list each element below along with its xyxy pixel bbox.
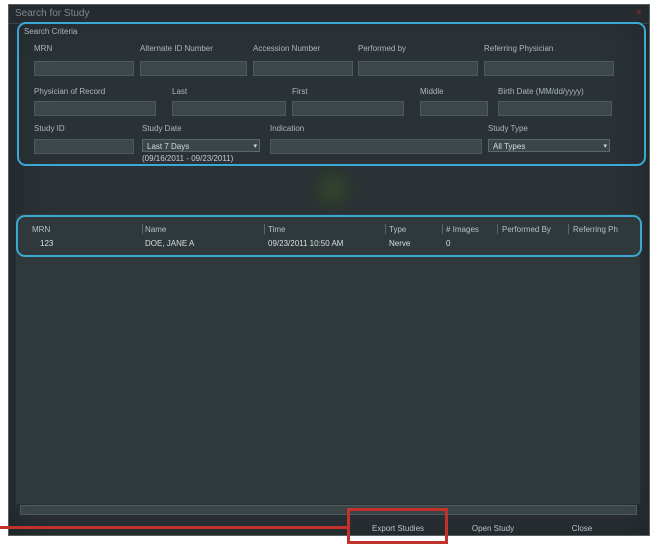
chevron-down-icon: ▾: [603, 143, 607, 150]
study-type-value: All Types: [493, 142, 526, 151]
study-date-dropdown[interactable]: Last 7 Days ▾: [142, 139, 260, 152]
cell-mrn: 123: [40, 239, 54, 248]
middle-name-label: Middle: [420, 87, 444, 96]
cell-images: 0: [446, 239, 451, 248]
column-divider: [142, 224, 143, 234]
first-name-field[interactable]: [292, 101, 404, 116]
cell-type: Nerve: [389, 239, 411, 248]
first-name-label: First: [292, 87, 308, 96]
column-header-time[interactable]: Time: [268, 225, 285, 234]
study-id-label: Study ID: [34, 124, 65, 133]
last-name-field[interactable]: [172, 101, 286, 116]
column-header-type[interactable]: Type: [389, 225, 406, 234]
accession-label: Accession Number: [253, 44, 321, 53]
search-criteria-heading: Search Criteria: [24, 27, 78, 36]
study-id-field[interactable]: [34, 139, 134, 154]
birth-date-label: Birth Date (MM/dd/yyyy): [498, 87, 584, 96]
status-indicator: [310, 166, 356, 212]
study-type-label: Study Type: [488, 124, 528, 133]
results-list: [16, 214, 640, 504]
last-name-label: Last: [172, 87, 188, 96]
physician-record-label: Physician of Record: [34, 87, 106, 96]
study-date-label: Study Date: [142, 124, 182, 133]
indication-field[interactable]: [270, 139, 482, 154]
open-study-button[interactable]: Open Study: [455, 520, 531, 538]
mrn-field[interactable]: [34, 61, 134, 76]
study-type-dropdown[interactable]: All Types ▾: [488, 139, 610, 152]
results-header-highlight: [16, 215, 642, 257]
column-header-images[interactable]: # Images: [446, 225, 479, 234]
physician-record-field[interactable]: [34, 101, 156, 116]
close-button[interactable]: Close: [552, 520, 612, 538]
alt-id-label: Alternate ID Number: [140, 44, 213, 53]
study-date-value: Last 7 Days: [147, 142, 190, 151]
column-header-referring[interactable]: Referring Ph: [573, 225, 618, 234]
column-divider: [385, 224, 386, 234]
column-divider: [264, 224, 265, 234]
alt-id-field[interactable]: [140, 61, 247, 76]
column-divider: [568, 224, 569, 234]
mrn-label: MRN: [34, 44, 53, 53]
column-header-mrn[interactable]: MRN: [32, 225, 50, 234]
close-icon[interactable]: ×: [633, 7, 645, 19]
birth-date-field[interactable]: [498, 101, 612, 116]
middle-name-field[interactable]: [420, 101, 488, 116]
column-divider: [442, 224, 443, 234]
chevron-down-icon: ▾: [253, 143, 257, 150]
referring-physician-label: Referring Physician: [484, 44, 554, 53]
cell-name: DOE, JANE A: [145, 239, 195, 248]
study-date-range: (09/16/2011 - 09/23/2011): [142, 154, 234, 163]
horizontal-scrollbar[interactable]: [20, 505, 637, 515]
performed-by-field[interactable]: [358, 61, 478, 76]
cell-time: 09/23/2011 10:50 AM: [268, 239, 344, 248]
referring-physician-field[interactable]: [484, 61, 614, 76]
performed-by-label: Performed by: [358, 44, 407, 53]
column-header-name[interactable]: Name: [145, 225, 166, 234]
column-divider: [497, 224, 498, 234]
indication-label: Indication: [270, 124, 305, 133]
callout-line: [0, 526, 347, 529]
accession-field[interactable]: [253, 61, 353, 76]
column-header-performed-by[interactable]: Performed By: [502, 225, 551, 234]
export-button-highlight: [347, 508, 448, 544]
